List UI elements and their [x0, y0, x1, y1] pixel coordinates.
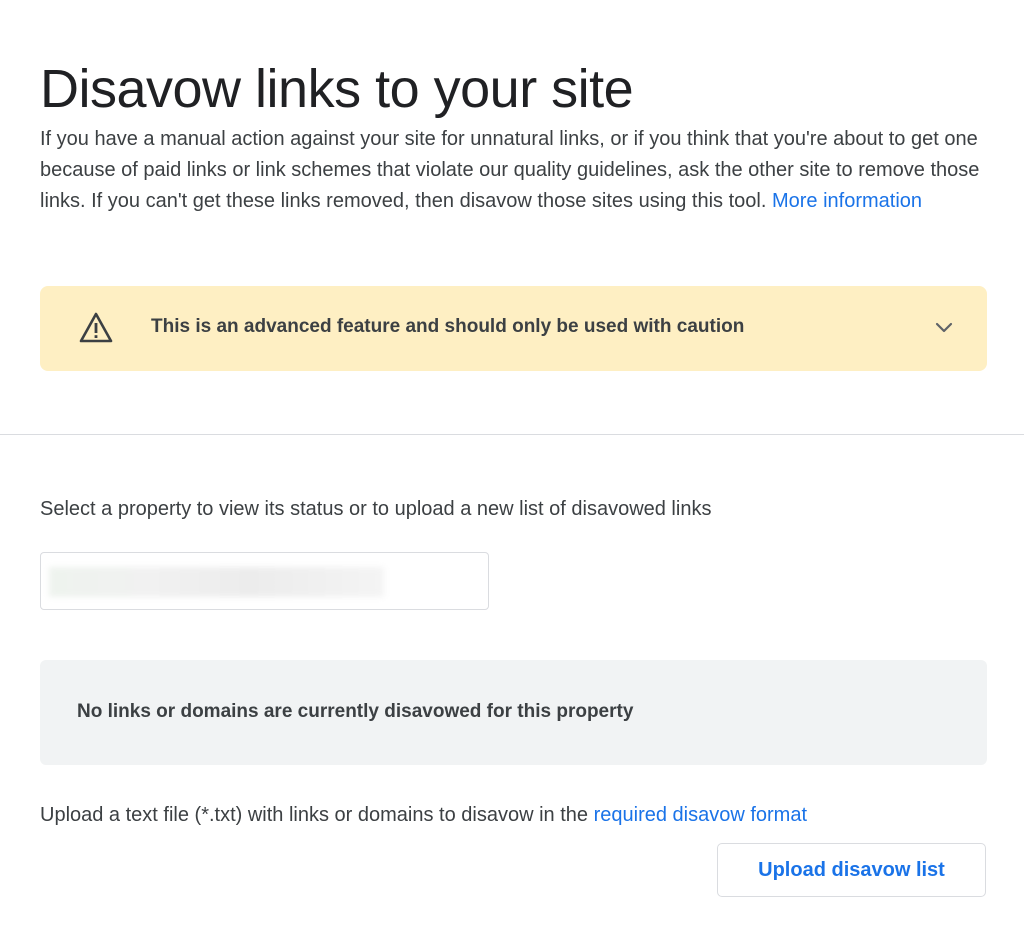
property-select[interactable] [40, 552, 489, 610]
intro-paragraph: If you have a manual action against your… [40, 124, 980, 217]
caution-banner[interactable]: This is an advanced feature and should o… [40, 286, 987, 371]
property-select-label: Select a property to view its status or … [40, 498, 712, 520]
upload-disavow-list-button[interactable]: Upload disavow list [717, 843, 986, 897]
upload-instructions-text: Upload a text file (*.txt) with links or… [40, 804, 589, 826]
warning-triangle-icon [79, 312, 113, 343]
redacted-property-value [49, 567, 384, 597]
chevron-down-icon[interactable] [933, 319, 955, 337]
caution-banner-text: This is an advanced feature and should o… [151, 316, 745, 337]
disavow-status-box: No links or domains are currently disavo… [40, 660, 987, 765]
more-information-link[interactable]: More information [772, 190, 922, 212]
disavow-status-text: No links or domains are currently disavo… [77, 701, 634, 722]
required-format-link[interactable]: required disavow format [594, 804, 807, 826]
section-divider [0, 434, 1024, 435]
upload-instructions: Upload a text file (*.txt) with links or… [40, 804, 807, 827]
page-title: Disavow links to your site [40, 59, 634, 120]
